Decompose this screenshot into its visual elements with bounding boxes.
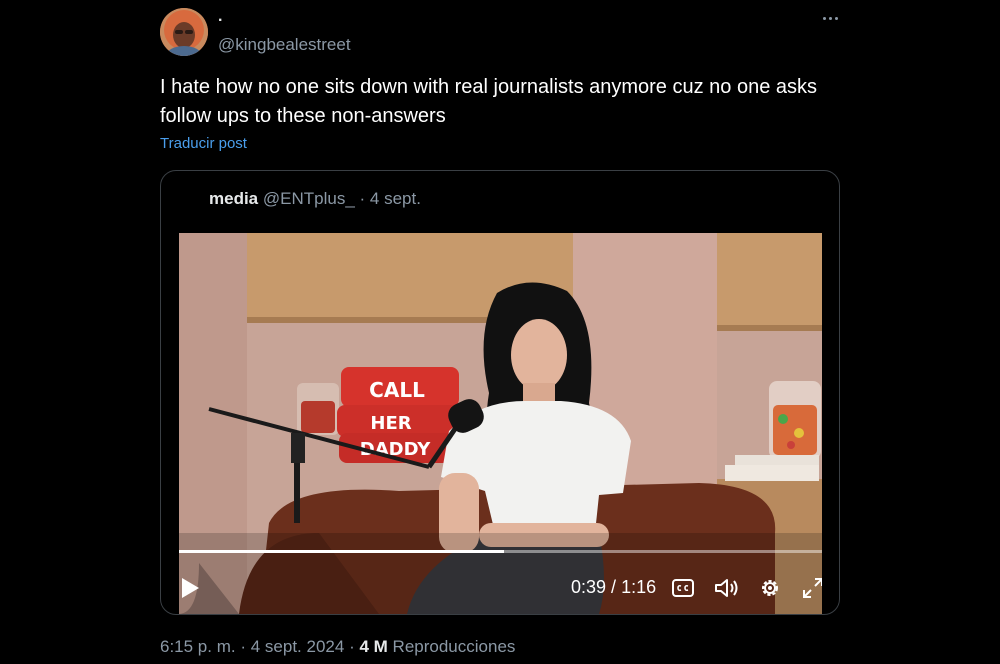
video-progress-fill (179, 550, 505, 553)
video-frame: CALL HER DADDY (179, 233, 822, 614)
video-progress-bar[interactable] (179, 550, 822, 553)
quoted-post-card[interactable]: media @ENTplus_ · 4 sept. CALL HER DADDY… (160, 170, 840, 615)
separator-dot: · (359, 189, 366, 208)
sign-text: CALL (369, 378, 425, 402)
separator-dot: · (240, 637, 247, 656)
post-date[interactable]: 4 sept. 2024 (251, 637, 345, 656)
video-player[interactable]: CALL HER DADDY 0:39 / 1:16 (179, 233, 822, 614)
views-label: Reproducciones (392, 637, 516, 656)
more-dot (822, 16, 826, 20)
time-separator: / (606, 577, 622, 597)
avatar[interactable] (160, 8, 208, 56)
quoted-handle[interactable]: @ENTplus_ (263, 189, 355, 208)
separator-dot: · (349, 637, 355, 656)
tweet-text: I hate how no one sits down with real jo… (160, 76, 818, 127)
translate-post-link[interactable]: Traducir post (160, 135, 247, 152)
more-options-icon[interactable] (818, 8, 842, 28)
current-time: 0:39 (571, 577, 607, 597)
sign-text: HER (370, 413, 411, 434)
video-time: 0:39 / 1:16 (571, 577, 656, 598)
user-handle[interactable]: @kingbealestreet (218, 35, 351, 55)
more-dot (828, 16, 832, 20)
post-time[interactable]: 6:15 p. m. (160, 637, 236, 656)
quoted-date[interactable]: 4 sept. (370, 189, 421, 208)
views-count: 4 M (359, 637, 388, 656)
post-meta: 6:15 p. m. · 4 sept. 2024 · 4 M Reproduc… (160, 637, 515, 657)
avatar-image (160, 8, 208, 56)
quoted-post-header: media @ENTplus_ · 4 sept. (209, 189, 421, 209)
quoted-display-name[interactable]: media (209, 189, 258, 208)
more-dot (834, 16, 838, 20)
display-name[interactable]: . (218, 8, 222, 26)
duration: 1:16 (621, 577, 657, 597)
